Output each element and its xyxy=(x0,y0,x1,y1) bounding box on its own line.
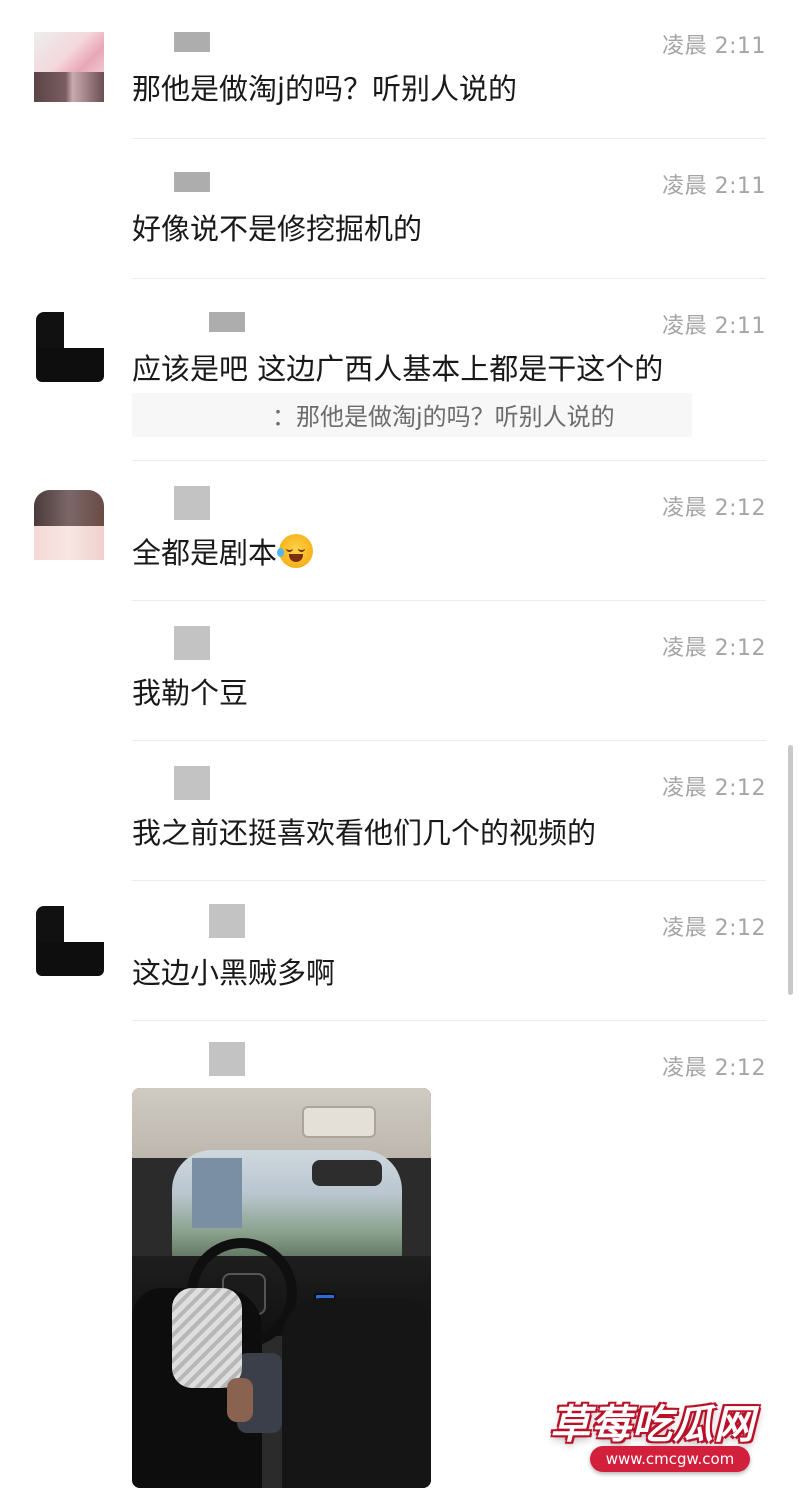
message-time: 凌晨 2:12 xyxy=(662,496,766,521)
message-item: 凌晨 2:12 我之前还挺喜欢看他们几个的视频的 xyxy=(0,742,800,882)
quoted-message[interactable]: ：那他是做淘j的吗？听别人说的 xyxy=(132,393,692,437)
message-item: 凌晨 2:12 我勒个豆 xyxy=(0,602,800,742)
sender-name-redacted xyxy=(209,904,245,938)
watermark: 草莓吃瓜网 www.cmcgw.com xyxy=(540,1380,790,1490)
message-image-car-interior[interactable] xyxy=(132,1088,431,1488)
sender-name-redacted xyxy=(174,766,210,800)
message-divider xyxy=(132,1020,766,1021)
crying-laughing-emoji-icon xyxy=(277,534,314,568)
message-item: 凌晨 2:11 那他是做淘j的吗？听别人说的 xyxy=(0,0,800,140)
avatar[interactable] xyxy=(34,906,104,976)
message-text: 这边小黑贼多啊 xyxy=(132,956,336,990)
watermark-title: 草莓吃瓜网 xyxy=(550,1402,755,1448)
message-divider xyxy=(132,138,766,139)
quoted-message-text: ：那他是做淘j的吗？听别人说的 xyxy=(272,403,615,431)
scrollbar[interactable] xyxy=(788,745,793,995)
message-divider xyxy=(132,278,766,279)
message-divider xyxy=(132,740,766,741)
message-time: 凌晨 2:12 xyxy=(662,1056,766,1081)
avatar[interactable] xyxy=(34,312,104,382)
message-text: 我之前还挺喜欢看他们几个的视频的 xyxy=(132,816,597,850)
message-time: 凌晨 2:11 xyxy=(662,174,766,199)
message-time: 凌晨 2:11 xyxy=(662,314,766,339)
message-divider xyxy=(132,600,766,601)
sender-name-redacted xyxy=(174,486,210,520)
message-divider xyxy=(132,880,766,881)
message-item: 凌晨 2:11 应该是吧 这边广西人基本上都是干这个的 ：那他是做淘j的吗？听别… xyxy=(0,280,800,460)
message-text: 应该是吧 这边广西人基本上都是干这个的 xyxy=(132,352,664,386)
message-divider xyxy=(132,460,766,461)
message-time: 凌晨 2:12 xyxy=(662,776,766,801)
message-item: 凌晨 2:12 全都是剧本 xyxy=(0,462,800,602)
watermark-url: www.cmcgw.com xyxy=(590,1446,750,1472)
message-text: 那他是做淘j的吗？听别人说的 xyxy=(132,72,518,106)
message-text: 好像说不是修挖掘机的 xyxy=(132,212,423,246)
message-time: 凌晨 2:12 xyxy=(662,916,766,941)
message-time: 凌晨 2:12 xyxy=(662,636,766,661)
message-time: 凌晨 2:11 xyxy=(662,34,766,59)
sender-name-redacted xyxy=(174,626,210,660)
sender-name-redacted xyxy=(209,312,245,332)
sender-name-redacted xyxy=(209,1042,245,1076)
sender-name-redacted xyxy=(174,172,210,192)
avatar[interactable] xyxy=(34,490,104,560)
message-item: 凌晨 2:11 好像说不是修挖掘机的 xyxy=(0,140,800,280)
message-text: 全都是剧本 xyxy=(132,530,314,572)
message-text: 我勒个豆 xyxy=(132,676,249,710)
avatar[interactable] xyxy=(34,32,104,102)
message-text-content: 全都是剧本 xyxy=(132,536,278,570)
message-item: 凌晨 2:12 这边小黑贼多啊 xyxy=(0,882,800,1022)
sender-name-redacted xyxy=(174,32,210,52)
